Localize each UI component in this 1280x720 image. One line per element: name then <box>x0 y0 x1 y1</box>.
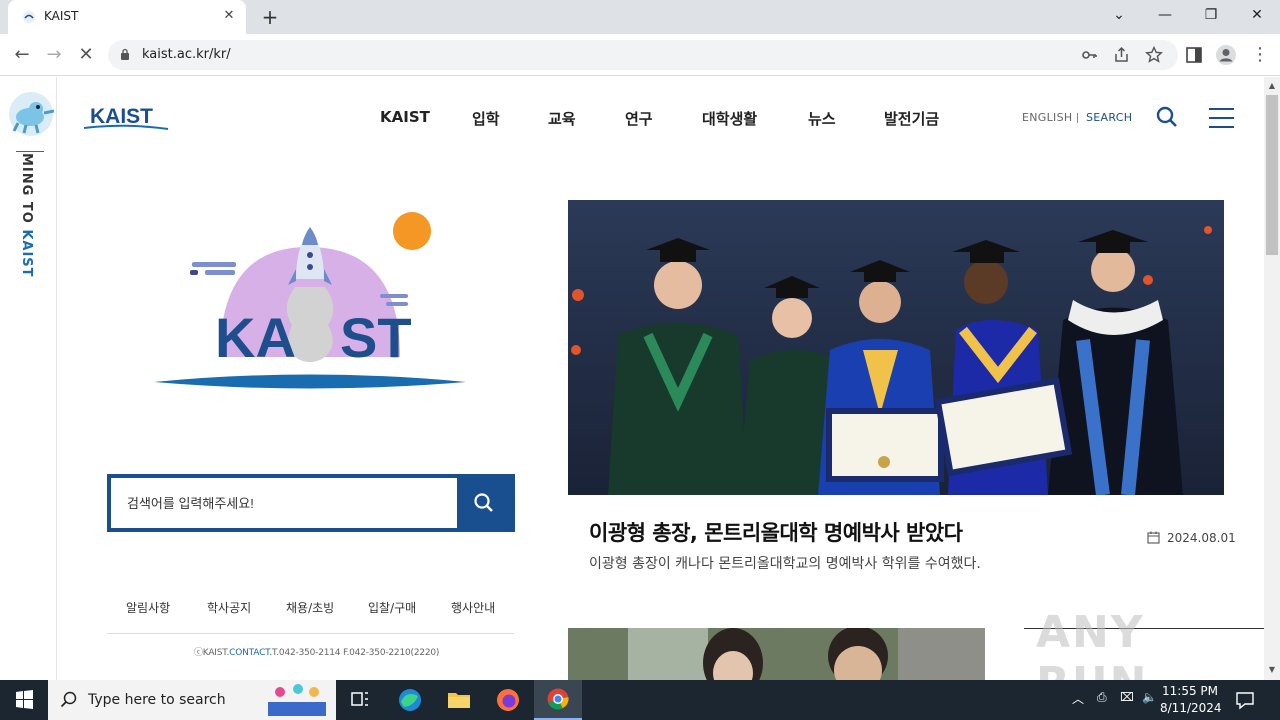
restore-icon[interactable]: ❐ <box>1188 0 1234 30</box>
nav-research[interactable]: 연구 <box>625 108 653 129</box>
util-separator <box>1077 113 1078 123</box>
hamburger-menu-icon[interactable] <box>1209 107 1234 129</box>
kaist-rocket-illustration: KA ST <box>154 212 466 389</box>
share-icon[interactable] <box>1112 45 1132 65</box>
page-scrollbar[interactable]: ▲ ▼ <box>1264 77 1280 680</box>
search-icon[interactable] <box>1156 106 1178 128</box>
browser-toolbar: ← → ✕ kaist.ac.kr/kr/ ⋮ <box>0 34 1280 76</box>
volume-icon[interactable]: 🔈 <box>1142 690 1157 704</box>
svg-text:ST: ST <box>340 306 412 369</box>
stop-loading-icon[interactable]: ✕ <box>74 43 98 67</box>
url-text: kaist.ac.kr/kr/ <box>142 47 231 62</box>
task-view-icon[interactable] <box>336 680 384 720</box>
chrome-icon[interactable] <box>534 680 582 720</box>
back-icon[interactable]: ← <box>10 43 34 67</box>
quick-link-bidding[interactable]: 입찰/구매 <box>368 599 416 616</box>
taskbar-clock[interactable]: 11:55 PM 8/11/2024 <box>1160 683 1222 717</box>
wifi-icon[interactable]: ⌧ <box>1120 690 1134 704</box>
mascot-icon[interactable] <box>6 91 56 137</box>
kaist-homepage: MING TO KAIST KAIST KAIST 입학 교육 연구 대학생활 … <box>0 77 1264 680</box>
site-search-box <box>107 474 515 532</box>
scroll-thumb[interactable] <box>1266 95 1278 255</box>
quick-link-recruit[interactable]: 채용/초빙 <box>286 599 334 616</box>
nav-campus-life[interactable]: 대학생활 <box>702 108 757 129</box>
new-tab-icon[interactable]: + <box>258 5 282 29</box>
svg-text:KA: KA <box>215 306 296 369</box>
taskbar-search-text: Type here to search <box>88 692 226 708</box>
quick-link-notices[interactable]: 알림사항 <box>126 599 170 616</box>
svg-text:KAIST: KAIST <box>90 105 153 128</box>
news-headline[interactable]: 이광형 총장, 몬트리올대학 명예박사 받았다 <box>589 517 963 547</box>
tab-close-icon[interactable]: ✕ <box>220 7 238 25</box>
quick-link-events[interactable]: 행사안내 <box>451 599 495 616</box>
windows-start-icon[interactable] <box>0 680 48 720</box>
rail-divider <box>16 151 44 152</box>
contact-link[interactable]: CONTACT. <box>229 648 272 658</box>
search-icon <box>474 493 493 512</box>
clock-time: 11:55 PM <box>1162 684 1218 698</box>
search-link[interactable]: SEARCH <box>1086 111 1132 124</box>
side-panel-icon[interactable] <box>1183 44 1205 66</box>
news-summary: 이광형 총장이 캐나다 몬트리올대학교의 명예박사 학위를 수여했다. <box>589 556 981 572</box>
taskbar-search-box[interactable]: Type here to search <box>48 680 336 720</box>
nav-admission[interactable]: 입학 <box>472 108 500 129</box>
edge-browser-icon[interactable] <box>386 680 434 720</box>
nav-education[interactable]: 교육 <box>548 108 576 129</box>
close-window-icon[interactable]: ✕ <box>1234 0 1280 30</box>
browser-tab[interactable]: KAIST ✕ <box>8 0 246 34</box>
site-search-button[interactable] <box>457 478 511 528</box>
firefox-icon[interactable] <box>484 680 532 720</box>
calendar-icon <box>1147 531 1160 544</box>
address-bar[interactable]: kaist.ac.kr/kr/ <box>108 40 1178 70</box>
browser-tab-bar: KAIST ✕ + ⌄ — ❐ ✕ <box>0 0 1280 34</box>
quick-link-academic[interactable]: 학사공지 <box>207 599 251 616</box>
tab-search-icon[interactable]: ⌄ <box>1096 0 1142 30</box>
english-link[interactable]: ENGLISH <box>1022 111 1072 124</box>
kaist-logo[interactable]: KAIST <box>84 103 168 133</box>
clock-date: 8/11/2024 <box>1160 701 1222 715</box>
windows-taskbar: Type here to search ︿ ⎙ ⌧ 🔈 11:55 PM 8/1… <box>0 680 1280 720</box>
left-rail: MING TO KAIST <box>0 77 57 680</box>
file-explorer-icon[interactable] <box>435 680 483 720</box>
footer-contact-info: ⓒKAIST.CONTACT.T.042-350-2114 F.042-350-… <box>194 648 440 658</box>
kaist-favicon-icon <box>23 11 35 23</box>
forward-icon[interactable]: → <box>42 43 66 67</box>
search-highlight-image <box>268 684 326 716</box>
minimize-icon[interactable]: — <box>1142 0 1188 30</box>
site-search-input[interactable] <box>111 478 459 528</box>
network-icon[interactable]: ⎙ <box>1097 690 1107 705</box>
bookmark-star-icon[interactable] <box>1144 45 1164 65</box>
rail-vertical-text: MING TO KAIST <box>19 153 34 278</box>
key-icon[interactable] <box>1080 45 1100 65</box>
scroll-up-icon[interactable]: ▲ <box>1267 81 1277 91</box>
tab-title: KAIST <box>44 9 79 23</box>
nav-development-fund[interactable]: 발전기금 <box>884 108 939 129</box>
secondary-news-photo[interactable] <box>568 628 985 680</box>
scroll-down-icon[interactable]: ▼ <box>1267 665 1277 675</box>
nav-news[interactable]: 뉴스 <box>808 108 836 129</box>
notification-icon[interactable] <box>1234 690 1256 710</box>
lock-icon <box>121 48 129 60</box>
quick-links-divider <box>107 633 514 634</box>
featured-news-photo[interactable] <box>568 200 1224 495</box>
profile-avatar-icon[interactable] <box>1215 44 1237 66</box>
browser-menu-icon[interactable]: ⋮ <box>1248 43 1272 67</box>
news-date: 2024.08.01 <box>1167 531 1236 545</box>
anyrun-watermark: ANY RUN <box>1036 607 1146 680</box>
search-icon <box>60 691 77 708</box>
nav-kaist[interactable]: KAIST <box>380 108 430 126</box>
tray-overflow-icon[interactable]: ︿ <box>1072 690 1084 707</box>
